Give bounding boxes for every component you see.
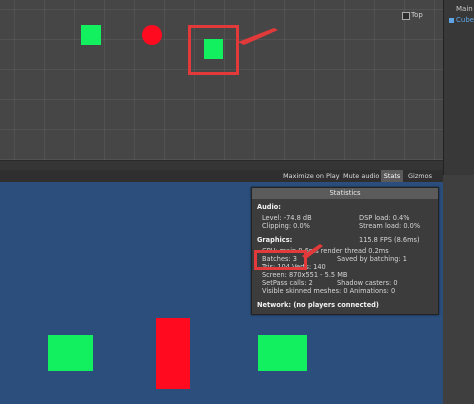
visible-skinned-meshes: Visible skinned meshes: 0 Animations: 0	[262, 287, 396, 295]
audio-level: Level: -74.8 dB	[262, 214, 312, 222]
scene-sphere[interactable]	[142, 25, 162, 45]
maximize-on-play-button[interactable]: Maximize on Play	[283, 170, 340, 182]
shadow-casters: Shadow casters: 0	[337, 279, 398, 287]
fps-readout: 115.8 FPS (8.6ms)	[359, 236, 420, 244]
saved-by-batching: Saved by batching: 1	[337, 255, 407, 263]
mute-audio-button[interactable]: Mute audio	[343, 170, 379, 182]
scene-view[interactable]: Top	[0, 0, 443, 160]
dsp-load: DSP load: 0.4%	[359, 214, 410, 222]
hierarchy-title: Main	[456, 5, 473, 13]
audio-clipping: Clipping: 0.0%	[262, 222, 310, 230]
game-cube-right[interactable]	[258, 335, 307, 371]
hierarchy-panel: Main Cube	[443, 0, 474, 175]
cube-object-icon	[449, 18, 454, 23]
scene-cube-selected[interactable]	[204, 39, 223, 59]
annotation-arrow-icon	[302, 244, 323, 259]
audio-heading: Audio:	[257, 203, 281, 211]
game-red-pillar[interactable]	[156, 318, 190, 389]
scene-cube-left[interactable]	[81, 25, 101, 45]
checkbox-icon[interactable]	[402, 12, 410, 20]
stats-button[interactable]: Stats	[381, 170, 403, 182]
top-view-toggle[interactable]: Top	[402, 11, 442, 21]
top-view-label: Top	[411, 11, 423, 19]
hierarchy-item-cube[interactable]: Cube	[456, 16, 474, 24]
graphics-heading: Graphics:	[257, 236, 293, 244]
game-cube-left[interactable]	[48, 335, 93, 371]
screen-readout: Screen: 870x551 - 5.5 MB	[262, 271, 348, 279]
gizmos-button[interactable]: Gizmos	[408, 170, 432, 182]
statistics-title: Statistics	[252, 188, 438, 199]
network-heading: Network: (no players connected)	[257, 301, 379, 309]
setpass-calls: SetPass calls: 2	[262, 279, 313, 287]
stream-load: Stream load: 0.0%	[359, 222, 421, 230]
annotation-arrow-icon	[238, 28, 278, 45]
